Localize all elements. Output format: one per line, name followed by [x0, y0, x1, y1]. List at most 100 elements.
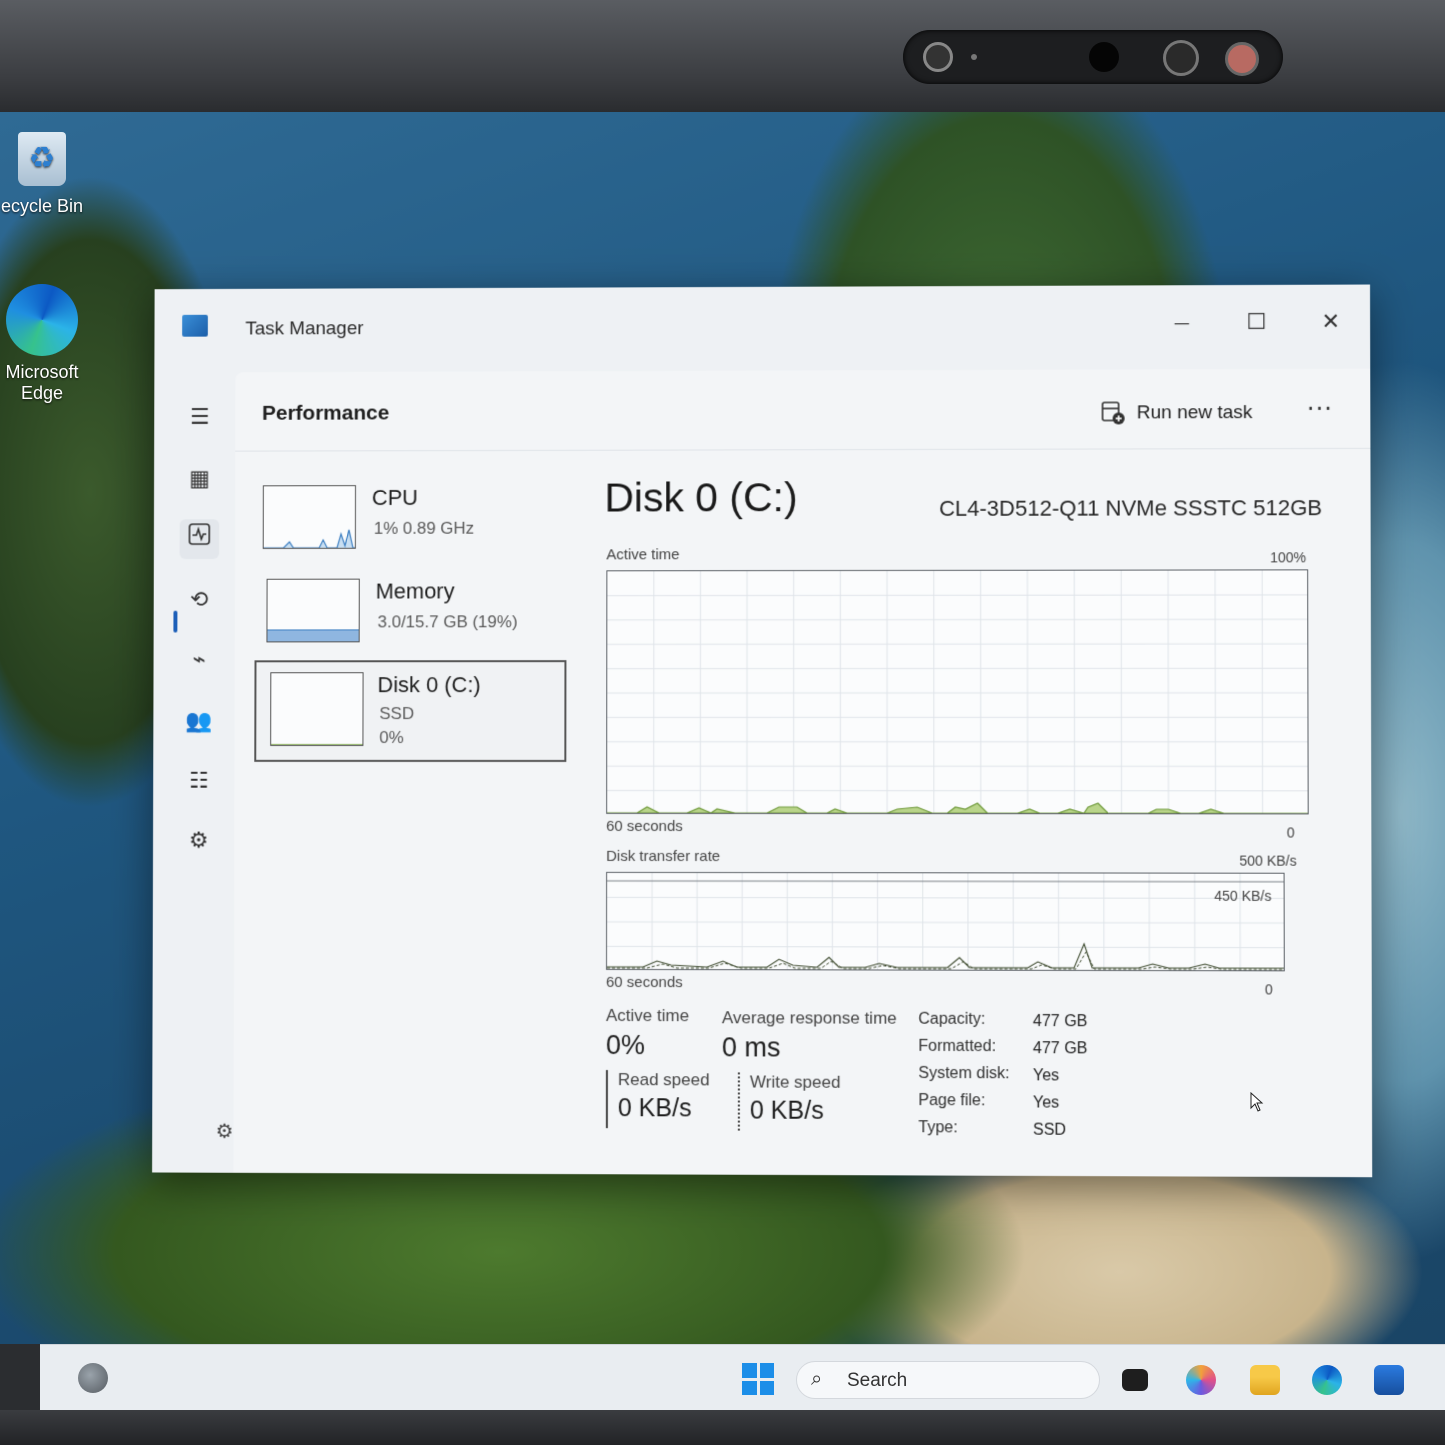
led-icon — [971, 54, 977, 60]
disk-type: SSD — [379, 704, 414, 724]
app-history-icon[interactable]: ⟲ — [179, 581, 219, 621]
grid-line — [607, 619, 1308, 620]
active-time-stat-value: 0% — [606, 1030, 645, 1061]
windows-logo-icon — [742, 1363, 757, 1378]
grid-line — [607, 922, 1285, 923]
transfer-rate-graph: 450 KB/s — [606, 872, 1285, 971]
avg-response-value: 0 ms — [722, 1032, 781, 1063]
taskbar-search-box[interactable]: ⌕ Search — [796, 1361, 1100, 1399]
write-speed-label: Write speed — [750, 1072, 841, 1092]
title-bar[interactable]: Task Manager — ☐ ✕ — [154, 285, 1370, 373]
prop-type-key: Type: — [918, 1119, 957, 1137]
run-new-task-button[interactable]: Run new task — [1101, 393, 1253, 433]
run-new-task-label: Run new task — [1137, 402, 1253, 424]
widgets-icon[interactable] — [78, 1363, 108, 1393]
disk-properties: Capacity: 477 GB Formatted: 477 GB Syste… — [918, 1011, 1139, 1152]
active-time-graph-label: Active time — [606, 546, 679, 563]
laptop-bezel-bottom — [0, 1410, 1445, 1445]
task-manager-window: Task Manager — ☐ ✕ ☰ ▦ ⟲ ⌁ 👥 ☷ ⚙ ⚙ Perfo… — [152, 285, 1372, 1178]
page-title: Performance — [262, 402, 389, 426]
processes-icon[interactable]: ▦ — [180, 460, 220, 500]
startup-apps-icon[interactable]: ⌁ — [179, 640, 219, 680]
edge-label-line1: Microsoft — [0, 362, 90, 383]
prop-system-disk-value: Yes — [1033, 1067, 1059, 1085]
cpu-thumbnail-graph — [263, 485, 356, 549]
active-time-graph — [606, 569, 1309, 814]
active-time-graph-time: 60 seconds — [606, 818, 683, 835]
users-icon[interactable]: 👥 — [179, 702, 219, 742]
prop-system-disk-key: System disk: — [918, 1065, 1009, 1083]
minimize-button[interactable]: — — [1159, 305, 1205, 341]
performance-content: Performance Run new task ··· CPU 1% 0.89… — [233, 369, 1372, 1178]
grid-line — [607, 595, 1308, 596]
recycle-bin-label: ecycle Bin — [0, 196, 90, 217]
services-icon[interactable]: ⚙ — [179, 822, 219, 862]
hamburger-menu-icon[interactable]: ☰ — [180, 398, 220, 438]
more-options-button[interactable]: ··· — [1298, 395, 1342, 429]
cpu-label: CPU — [372, 485, 418, 511]
prop-page-file-key: Page file: — [918, 1092, 985, 1110]
avg-response-label: Average response time — [722, 1008, 897, 1028]
write-speed-value: 0 KB/s — [750, 1097, 824, 1126]
navigation-sidebar: ☰ ▦ ⟲ ⌁ 👥 ☷ ⚙ ⚙ — [152, 372, 235, 1173]
disk-thumbnail-graph — [270, 672, 363, 746]
active-time-graph-svg — [607, 570, 1309, 814]
disk-detail-pane: Disk 0 (C:) CL4-3D512-Q11 NVMe SSSTC 512… — [602, 465, 1346, 1169]
windows-logo-tile-3 — [742, 1381, 757, 1396]
edge-taskbar-icon[interactable] — [1312, 1365, 1342, 1395]
prop-type-value: SSD — [1033, 1122, 1066, 1140]
ir-sensor-icon — [1163, 40, 1199, 76]
recycle-bin-shortcut[interactable]: ♻ ecycle Bin — [0, 132, 90, 217]
resource-memory[interactable]: Memory 3.0/15.7 GB (19%) — [254, 568, 566, 670]
transfer-graph-label: Disk transfer rate — [606, 848, 720, 865]
disk-usage: 0% — [379, 728, 403, 748]
mouse-cursor-icon — [1250, 1092, 1264, 1112]
read-speed-indicator — [606, 1070, 608, 1128]
prop-formatted-value: 477 GB — [1033, 1040, 1088, 1058]
taskbar: ⌕ Search — [40, 1344, 1445, 1410]
microsoft-store-icon[interactable] — [1374, 1365, 1404, 1395]
edge-icon — [6, 284, 78, 356]
close-button[interactable]: ✕ — [1308, 305, 1354, 341]
nav-active-indicator — [173, 611, 177, 633]
webcam-strip — [903, 30, 1283, 84]
settings-gear-icon[interactable]: ⚙ — [216, 1119, 234, 1143]
copilot-icon[interactable] — [1186, 1365, 1216, 1395]
grid-line — [607, 644, 1308, 645]
cpu-usage: 1% 0.89 GHz — [374, 519, 474, 539]
active-time-graph-max: 100% — [1270, 549, 1306, 565]
transfer-graph-time: 60 seconds — [606, 974, 683, 991]
windows-logo-tile-2 — [760, 1363, 775, 1378]
memory-usage-fill — [267, 630, 358, 642]
start-button[interactable] — [742, 1363, 774, 1395]
disk-title: Disk 0 (C:) — [604, 474, 797, 521]
camera-lens-icon — [1089, 42, 1119, 72]
prop-capacity-value: 477 GB — [1033, 1013, 1088, 1031]
grid-line — [607, 897, 1285, 898]
transfer-graph-line-value: 450 KB/s — [1214, 888, 1271, 904]
write-speed-indicator — [738, 1072, 740, 1130]
active-time-series — [607, 803, 1309, 814]
task-view-icon[interactable] — [1122, 1369, 1148, 1391]
disk-model: CL4-3D512-Q11 NVMe SSSTC 512GB — [939, 495, 1322, 522]
prop-page-file-value: Yes — [1033, 1094, 1059, 1112]
transfer-graph-min: 0 — [1265, 981, 1273, 997]
memory-thumbnail-graph — [266, 579, 359, 643]
prop-formatted-key: Formatted: — [918, 1038, 996, 1056]
recycle-bin-icon: ♻ — [18, 132, 66, 186]
read-speed-label: Read speed — [618, 1070, 710, 1090]
maximize-button[interactable]: ☐ — [1233, 305, 1279, 341]
prop-capacity-key: Capacity: — [918, 1011, 985, 1029]
edge-shortcut[interactable]: Microsoft Edge — [0, 284, 90, 404]
windows-logo-tile-4 — [760, 1381, 775, 1396]
resource-cpu[interactable]: CPU 1% 0.89 GHz — [255, 475, 567, 577]
performance-icon[interactable] — [180, 519, 220, 559]
transfer-rate-graph-svg — [607, 873, 1285, 971]
resource-disk-0[interactable]: Disk 0 (C:) SSD 0% — [254, 660, 566, 762]
memory-usage: 3.0/15.7 GB (19%) — [378, 612, 518, 632]
details-icon[interactable]: ☷ — [179, 762, 219, 802]
file-explorer-icon[interactable] — [1250, 1365, 1280, 1395]
laptop-bezel-top — [0, 0, 1445, 112]
task-manager-icon — [182, 315, 208, 337]
read-speed-value: 0 KB/s — [618, 1094, 692, 1123]
